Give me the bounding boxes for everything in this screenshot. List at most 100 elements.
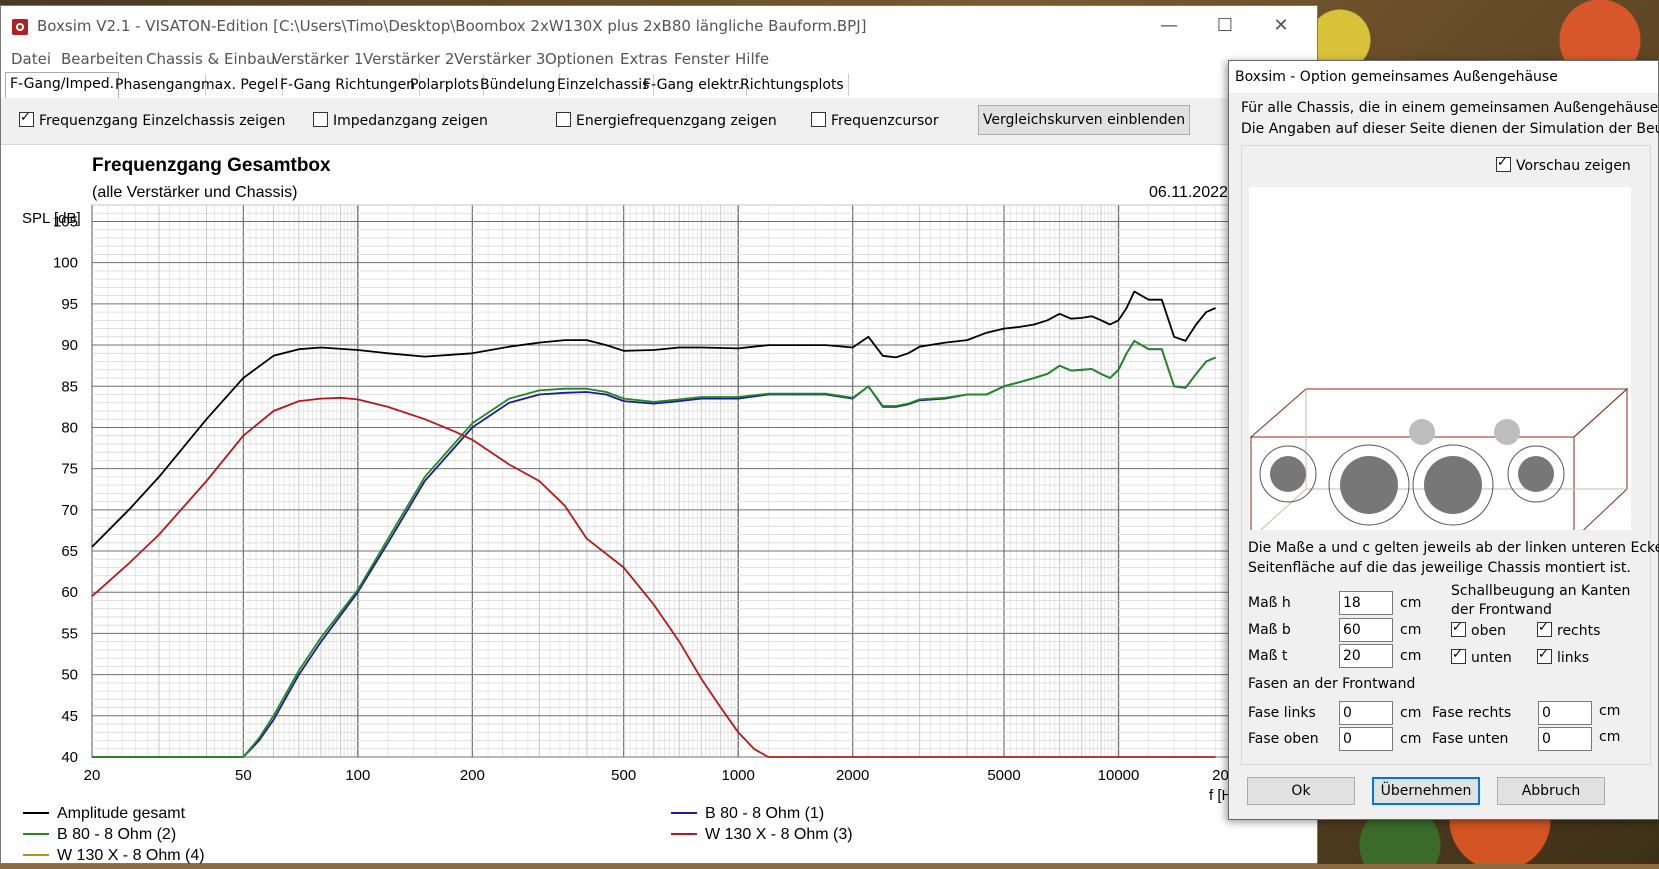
input-mass-h[interactable]: 18	[1339, 591, 1393, 615]
checkbox-box[interactable]	[1496, 155, 1511, 172]
unit-cm: cm	[1400, 595, 1422, 611]
x-tick-label: 100	[345, 767, 370, 784]
input-mass-t[interactable]: 20	[1339, 644, 1393, 668]
menu-verstaerker-2[interactable]: Verstärker 2	[363, 50, 454, 68]
maximize-button[interactable]: ☐	[1207, 12, 1243, 40]
y-tick-label: 100	[53, 255, 78, 272]
housing-preview-drawing	[1249, 387, 1629, 541]
driver-w130-right	[1412, 444, 1494, 526]
checkbox-unten[interactable]: unten	[1451, 647, 1512, 666]
main-window: Boxsim V2.1 - VISATON-Edition [C:\Users\…	[0, 5, 1318, 864]
checkbox-impedanz[interactable]: Impedanzgang zeigen	[313, 112, 488, 130]
menu-optionen[interactable]: Optionen	[545, 50, 614, 68]
tab-phasengang[interactable]: Phasengang	[111, 74, 206, 96]
checkbox-rechts[interactable]: rechts	[1537, 620, 1601, 639]
menu-verstaerker-1[interactable]: Verstärker 1	[272, 50, 363, 68]
x-tick-label: 1000	[721, 767, 754, 784]
checkbox-einzelchassis[interactable]: Frequenzgang Einzelchassis zeigen	[19, 110, 286, 130]
app-icon	[12, 19, 28, 35]
menu-verstaerker-3[interactable]: Verstärker 3	[454, 50, 545, 68]
checkbox-oben[interactable]: oben	[1451, 620, 1506, 639]
checkbox-box[interactable]	[1537, 647, 1552, 664]
y-tick-label: 60	[61, 584, 78, 601]
dialog-title: Boxsim - Option gemeinsames Außengehäuse	[1235, 69, 1558, 85]
dialog-title-bar[interactable]: Boxsim - Option gemeinsames Außengehäuse	[1229, 61, 1658, 93]
label-fase-unten: Fase unten	[1432, 731, 1509, 747]
checkbox-label: Frequenzcursor	[831, 113, 939, 129]
tab-max-pegel[interactable]: max. Pegel	[197, 74, 284, 96]
input-fase-rechts[interactable]: 0	[1538, 701, 1592, 725]
tab-fgang-imped[interactable]: F-Gang/Imped.	[5, 72, 120, 99]
housing-preview	[1249, 187, 1631, 541]
diffraction-title-1: Schallbeugung an Kanten	[1451, 583, 1631, 599]
checkbox-box[interactable]	[556, 112, 571, 127]
tab-fgang-richtungen[interactable]: F-Gang Richtungen	[276, 74, 421, 96]
checkbox-frequenzcursor[interactable]: Frequenzcursor	[811, 112, 939, 130]
x-tick-label: 200	[460, 767, 485, 784]
checkbox-box[interactable]	[313, 112, 328, 127]
y-tick-label: 65	[61, 543, 78, 560]
input-mass-b[interactable]: 60	[1339, 618, 1393, 642]
menu-chassis-einbau[interactable]: Chassis & Einbau	[146, 50, 275, 68]
chart-title: Frequenzgang Gesamtbox	[92, 155, 331, 176]
menu-hilfe[interactable]: Hilfe	[735, 50, 769, 68]
input-fase-unten[interactable]: 0	[1538, 727, 1592, 751]
tab-buendelung[interactable]: Bündelung	[476, 74, 561, 96]
y-tick-label: 55	[61, 625, 78, 642]
checkbox-label: Vorschau zeigen	[1516, 158, 1631, 174]
checkbox-box[interactable]	[19, 110, 34, 127]
y-tick-label: 95	[61, 296, 78, 313]
tab-richtungsplots[interactable]: Richtungsplots	[736, 74, 849, 96]
input-fase-links[interactable]: 0	[1339, 701, 1393, 725]
ok-button[interactable]: Ok	[1247, 777, 1355, 805]
chart-subtitle: (alle Verstärker und Chassis)	[92, 184, 297, 201]
input-fase-oben[interactable]: 0	[1339, 727, 1393, 751]
checkbox-box[interactable]	[811, 112, 826, 127]
checkbox-label: Impedanzgang zeigen	[333, 113, 488, 129]
rear-driver-1	[1409, 419, 1435, 445]
checkbox-box[interactable]	[1451, 647, 1466, 664]
compare-curves-button[interactable]: Vergleichskurven einblenden	[978, 105, 1190, 135]
minimize-button[interactable]: —	[1151, 12, 1187, 40]
chart-area: 105 100 95 90 85 80 75 70 65 60 55 50 45 40 20 50 100 200…	[1, 145, 1319, 865]
checkbox-box[interactable]	[1537, 620, 1552, 637]
tab-fgang-elektr[interactable]: F-Gang elektr.	[639, 74, 747, 96]
apply-button[interactable]: Übernehmen	[1372, 777, 1480, 805]
diffraction-title-2: der Frontwand	[1451, 602, 1552, 618]
unit-cm: cm	[1400, 705, 1422, 721]
menu-fenster[interactable]: Fenster	[674, 50, 730, 68]
menu-bearbeiten[interactable]: Bearbeiten	[61, 50, 143, 68]
frequency-response-chart: 10510095908580757065605550454020 50 100 200…	[22, 155, 1254, 864]
chart-date: 06.11.2022	[1149, 184, 1228, 201]
checkbox-energie[interactable]: Energiefrequenzgang zeigen	[556, 112, 777, 130]
tab-polarplots[interactable]: Polarplots	[406, 74, 484, 96]
checkbox-label: Frequenzgang Einzelchassis zeigen	[39, 113, 286, 129]
outer-housing-dialog: Boxsim - Option gemeinsames Außengehäuse…	[1228, 60, 1659, 820]
checkbox-label: links	[1557, 650, 1590, 666]
unit-cm: cm	[1400, 731, 1422, 747]
dialog-note-2: Seitenfläche auf die das jeweilige Chass…	[1248, 560, 1631, 576]
checkbox-links[interactable]: links	[1537, 647, 1590, 666]
checkbox-label: oben	[1471, 623, 1506, 639]
checkbox-vorschau[interactable]: Vorschau zeigen	[1496, 155, 1631, 174]
checkbox-label: rechts	[1557, 623, 1601, 639]
cancel-button[interactable]: Abbruch	[1497, 777, 1605, 805]
rear-driver-2	[1494, 419, 1520, 445]
close-button[interactable]: ✕	[1263, 12, 1299, 40]
legend-label: W 130 X - 8 Ohm (3)	[705, 826, 853, 843]
menu-datei[interactable]: Datei	[11, 50, 51, 68]
title-bar[interactable]: Boxsim V2.1 - VISATON-Edition [C:\Users\…	[1, 6, 1317, 46]
y-tick-label: 40	[61, 749, 78, 766]
label-mass-t: Maß t	[1248, 648, 1288, 664]
legend-label: B 80 - 8 Ohm (1)	[705, 805, 824, 822]
unit-cm: cm	[1599, 729, 1621, 745]
y-tick-label: 75	[61, 461, 78, 478]
legend-label: W 130 X - 8 Ohm (4)	[57, 847, 205, 864]
unit-cm: cm	[1400, 648, 1422, 664]
x-tick-label: 50	[235, 767, 252, 784]
y-tick-label: 90	[61, 337, 78, 354]
driver-w130-left	[1328, 444, 1410, 526]
tab-bar: F-Gang/Imped. Phasengang max. Pegel F-Ga…	[1, 72, 1317, 99]
checkbox-box[interactable]	[1451, 620, 1466, 637]
menu-extras[interactable]: Extras	[620, 50, 667, 68]
